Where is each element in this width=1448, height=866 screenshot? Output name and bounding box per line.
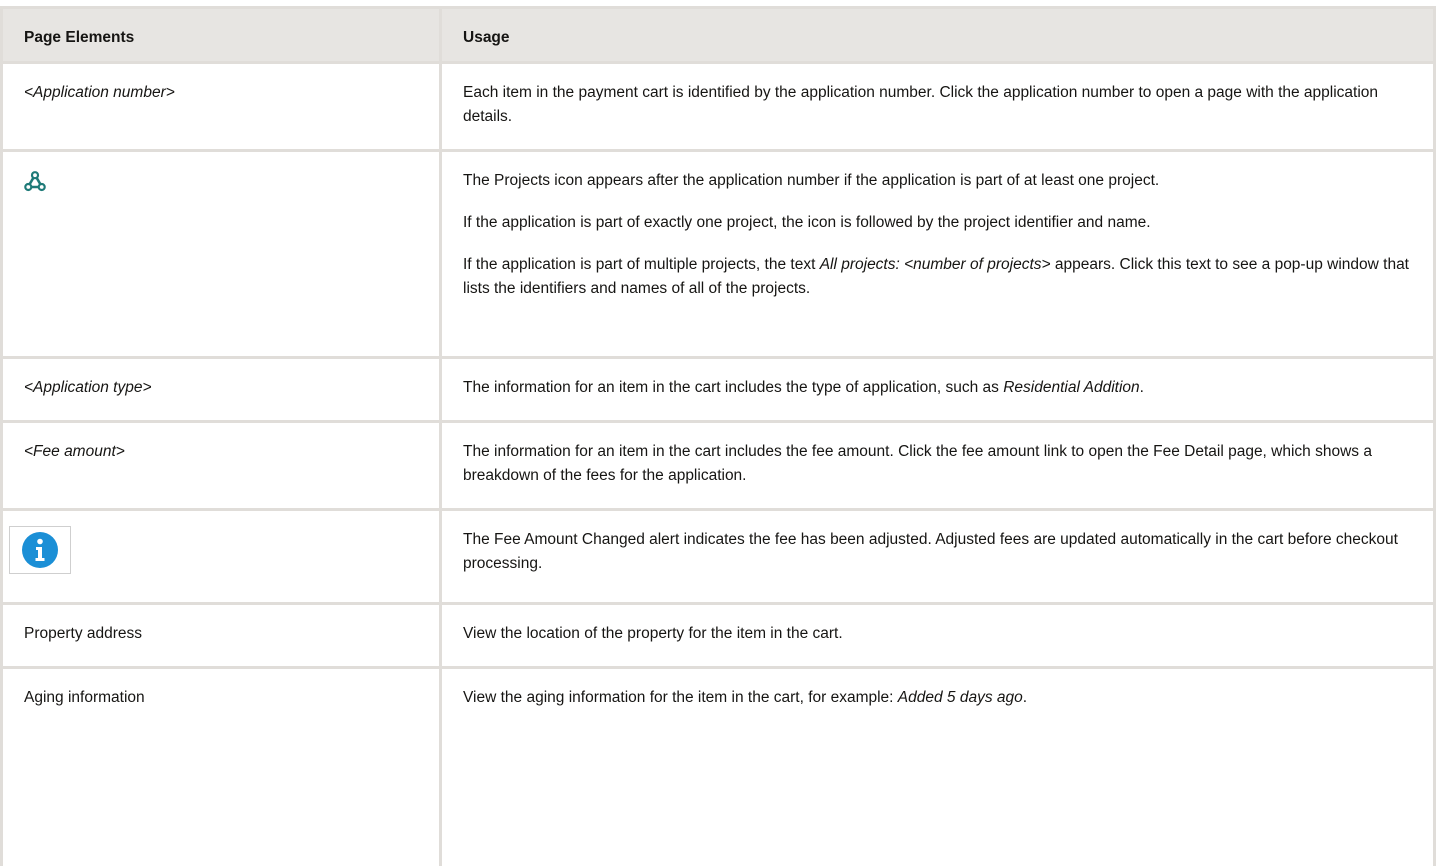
element-application-number: <Application number> [0, 61, 439, 149]
usage-text-part: . [1022, 689, 1028, 706]
table-row: <Fee amount> The information for an item… [0, 420, 1436, 508]
usage-cell: The Fee Amount Changed alert indicates t… [439, 508, 1436, 602]
usage-cell: View the aging information for the item … [439, 666, 1436, 866]
element-property-address: Property address [0, 602, 439, 666]
table-row: Aging information View the aging informa… [0, 666, 1436, 866]
usage-cell: View the location of the property for th… [439, 602, 1436, 666]
usage-text: Each item in the payment cart is identif… [463, 84, 1379, 125]
example-text: Added 5 days ago [897, 689, 1023, 706]
table-row: Property address View the location of th… [0, 602, 1436, 666]
usage-text: If the application is part of exactly on… [463, 214, 1151, 231]
element-fee-amount: <Fee amount> [0, 420, 439, 508]
usage-text-part: View the aging information for the item … [463, 689, 898, 706]
info-icon [9, 526, 71, 574]
usage-cell: The information for an item in the cart … [439, 356, 1436, 420]
usage-text: View the aging information for the item … [463, 686, 1413, 710]
usage-cell: The Projects icon appears after the appl… [439, 149, 1436, 356]
usage-text: If the application is part of multiple p… [463, 253, 1413, 301]
usage-text: The Projects icon appears after the appl… [463, 172, 1160, 189]
page-elements-table: Page Elements Usage <Application number>… [0, 6, 1436, 866]
usage-text-part: The information for an item in the cart … [463, 379, 1004, 396]
header-page-elements: Page Elements [0, 6, 439, 61]
usage-text: The information for an item in the cart … [463, 443, 1372, 484]
example-text: Residential Addition [1003, 379, 1140, 396]
header-usage: Usage [439, 6, 1436, 61]
table-row: The Projects icon appears after the appl… [0, 149, 1436, 356]
all-projects-text: All projects: <number of projects> [819, 256, 1051, 273]
table-row: The Fee Amount Changed alert indicates t… [0, 508, 1436, 602]
table-row: <Application type> The information for a… [0, 356, 1436, 420]
element-info-icon-cell [0, 508, 439, 602]
usage-cell: The information for an item in the cart … [439, 420, 1436, 508]
usage-text: View the location of the property for th… [463, 625, 843, 642]
table-header-row: Page Elements Usage [0, 6, 1436, 61]
usage-text-part: If the application is part of multiple p… [463, 256, 820, 273]
usage-cell: Each item in the payment cart is identif… [439, 61, 1436, 149]
element-projects-icon-cell [0, 149, 439, 356]
usage-text-part: . [1139, 379, 1144, 396]
usage-text: The information for an item in the cart … [463, 376, 1413, 400]
element-application-type: <Application type> [0, 356, 439, 420]
usage-text: The Fee Amount Changed alert indicates t… [463, 531, 1398, 572]
projects-icon [24, 171, 46, 193]
table-row: <Application number> Each item in the pa… [0, 61, 1436, 149]
element-aging-information: Aging information [0, 666, 439, 866]
